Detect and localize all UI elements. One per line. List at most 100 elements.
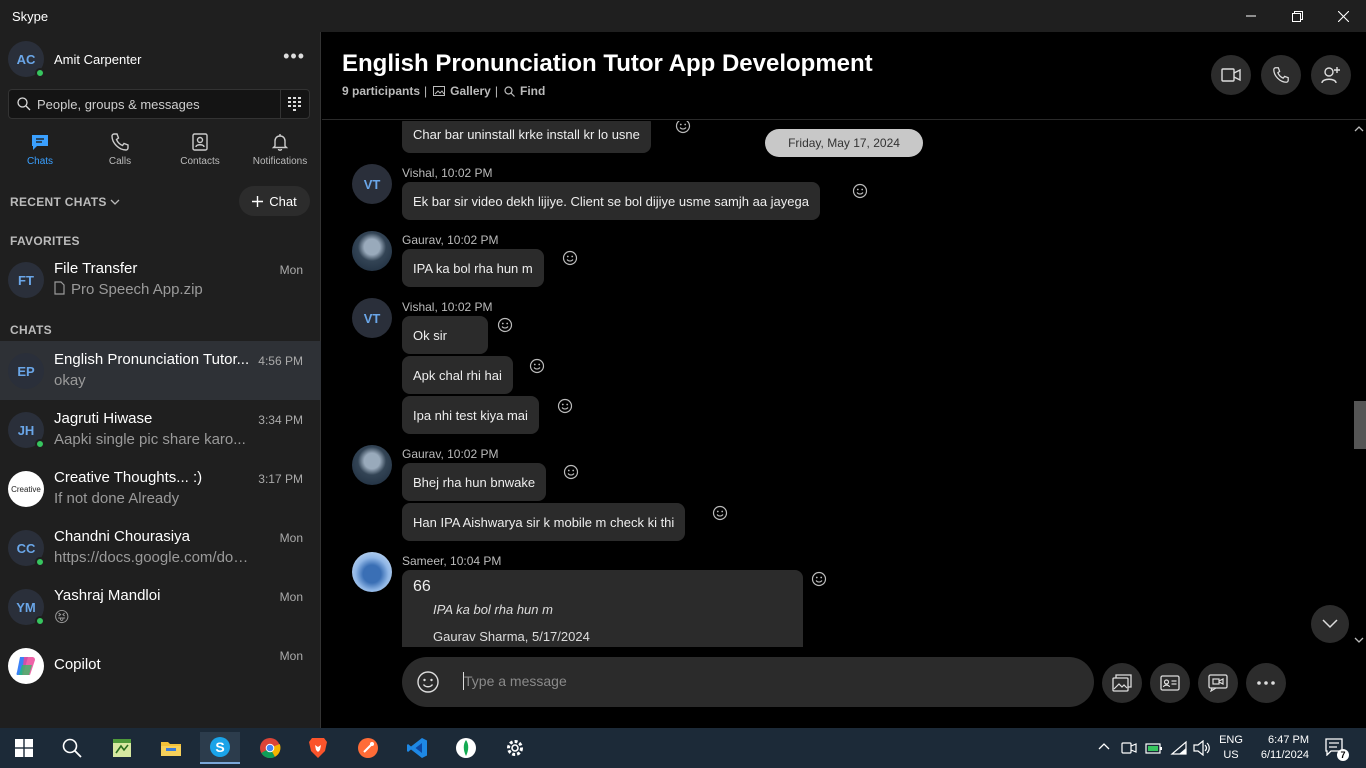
windows-start-icon	[15, 739, 33, 757]
profile-bar: AC Amit Carpenter •••	[0, 32, 321, 86]
list-item-creative-thoughts[interactable]: Creative Creative Thoughts... :) If not …	[0, 459, 321, 518]
participants-link[interactable]: 9 participants	[342, 84, 420, 98]
recent-chats-toggle[interactable]: RECENT CHATS	[10, 195, 120, 209]
taskbar-app-settings[interactable]	[495, 732, 535, 764]
message-composer[interactable]: Type a message	[402, 657, 1094, 707]
date-divider: Friday, May 17, 2024	[765, 129, 923, 157]
taskbar-search-button[interactable]	[52, 732, 92, 764]
message-sender: Gaurav, 10:02 PM	[402, 233, 499, 247]
meet-now-icon[interactable]	[1121, 740, 1137, 756]
avatar[interactable]: VT	[352, 298, 392, 338]
list-item-jagruti-hiwase[interactable]: JH Jagruti Hiwase Aapki single pic share…	[0, 400, 321, 459]
message-bubble[interactable]: Char bar uninstall krke install kr lo us…	[402, 121, 651, 153]
input-language-indicator[interactable]: ENG US	[1217, 733, 1245, 763]
taskbar-app-brave[interactable]	[298, 732, 338, 764]
taskbar-app-file-explorer[interactable]	[151, 732, 191, 764]
close-button[interactable]	[1320, 0, 1366, 32]
taskbar-app-chrome[interactable]	[250, 732, 290, 764]
emoji-reaction-icon[interactable]	[712, 505, 728, 521]
restore-button[interactable]	[1274, 0, 1320, 32]
avatar: YM	[8, 589, 45, 626]
emoji-reaction-icon[interactable]	[562, 250, 578, 266]
file-name: Pro Speech App.zip	[71, 281, 203, 298]
profile-avatar[interactable]: AC	[8, 41, 45, 78]
chat-title: Creative Thoughts... :)	[54, 469, 203, 486]
conversation-title[interactable]: English Pronunciation Tutor App Developm…	[342, 50, 873, 78]
emoji-reaction-icon[interactable]	[852, 183, 868, 199]
message-bubble[interactable]: Ipa nhi test kiya mai	[402, 396, 539, 434]
emoji-reaction-icon[interactable]	[557, 398, 573, 414]
minimize-button[interactable]	[1228, 0, 1274, 32]
avatar-gaurav[interactable]	[352, 231, 392, 271]
new-chat-button[interactable]: Chat	[239, 186, 310, 216]
message-bubble[interactable]: IPA ka bol rha hun m	[402, 249, 544, 287]
list-item-copilot[interactable]: Copilot Mon	[0, 636, 321, 695]
scroll-thumb[interactable]	[1354, 401, 1366, 449]
send-contact-button[interactable]	[1150, 663, 1190, 703]
video-camera-icon	[1221, 68, 1241, 82]
audio-call-button[interactable]	[1261, 55, 1301, 95]
emoji-reaction-icon[interactable]	[563, 464, 579, 480]
tab-notifications-label: Notifications	[252, 156, 308, 167]
contact-card-icon	[1160, 675, 1180, 691]
more-options-icon[interactable]: •••	[283, 46, 305, 67]
battery-icon[interactable]	[1145, 740, 1163, 756]
search-box[interactable]: People, groups & messages	[8, 89, 310, 119]
tab-chats[interactable]: Chats	[0, 130, 80, 176]
more-options-button[interactable]	[1246, 663, 1286, 703]
chevron-down-icon	[110, 199, 120, 206]
tab-calls[interactable]: Calls	[80, 130, 160, 176]
quoted-message-bubble[interactable]: 66 IPA ka bol rha hun m Gaurav Sharma, 5…	[402, 570, 803, 647]
scroll-up-arrow-icon	[1354, 126, 1364, 132]
list-item-file-transfer[interactable]: FT File Transfer Pro Speech App.zip Mon	[0, 250, 321, 309]
taskbar-app-mongodb-compass[interactable]	[446, 732, 486, 764]
search-input[interactable]: People, groups & messages	[37, 97, 200, 112]
taskbar-app-skype[interactable]: S	[200, 732, 240, 764]
tab-contacts[interactable]: Contacts	[160, 130, 240, 176]
chat-subtitle: 😝	[54, 609, 70, 626]
volume-icon[interactable]	[1193, 740, 1211, 756]
taskbar-app-vscode[interactable]	[397, 732, 437, 764]
tab-notifications[interactable]: Notifications	[240, 130, 320, 176]
add-participant-button[interactable]	[1311, 55, 1351, 95]
gallery-link[interactable]: Gallery	[433, 84, 491, 98]
list-item-yashraj-mandloi[interactable]: YM Yashraj Mandloi 😝 Mon	[0, 577, 321, 636]
show-hidden-icons-icon[interactable]	[1098, 742, 1110, 750]
start-button[interactable]	[4, 732, 44, 764]
message-bubble[interactable]: Apk chal rhi hai	[402, 356, 513, 394]
taskbar-app-postman[interactable]	[348, 732, 388, 764]
emoji-reaction-icon[interactable]	[811, 571, 827, 587]
restore-icon	[1291, 10, 1303, 22]
profile-name[interactable]: Amit Carpenter	[54, 52, 141, 67]
video-call-button[interactable]	[1211, 55, 1251, 95]
add-files-button[interactable]	[1102, 663, 1142, 703]
emoji-reaction-icon[interactable]	[497, 317, 513, 333]
message-sender: Gaurav, 10:02 PM	[402, 447, 499, 461]
jump-to-latest-button[interactable]	[1311, 605, 1349, 643]
avatar-gaurav[interactable]	[352, 445, 392, 485]
nav-tabs: Chats Calls Contacts Notifications	[0, 130, 321, 176]
message-input[interactable]: Type a message	[464, 673, 567, 689]
wifi-icon[interactable]	[1170, 740, 1188, 756]
avatar-sameer[interactable]	[352, 552, 392, 592]
action-center-button[interactable]: 7	[1325, 738, 1349, 761]
message-bubble[interactable]: Ek bar sir video dekh lijiye. Client se …	[402, 182, 820, 220]
system-clock[interactable]: 6:47 PM 6/11/2024	[1253, 733, 1309, 763]
chat-title: Yashraj Mandloi	[54, 587, 161, 604]
list-item-chandni-chourasiya[interactable]: CC Chandni Chourasiya https://docs.googl…	[0, 518, 321, 577]
emoji-button[interactable]	[408, 662, 448, 702]
avatar[interactable]: VT	[352, 164, 392, 204]
add-person-icon	[1321, 67, 1340, 84]
video-message-button[interactable]	[1198, 663, 1238, 703]
emoji-reaction-icon[interactable]	[529, 358, 545, 374]
bell-icon	[271, 134, 289, 151]
emoji-reaction-icon[interactable]	[675, 121, 691, 134]
list-item-english-pronunciation[interactable]: EP English Pronunciation Tutor... okay 4…	[0, 341, 321, 400]
message-bubble[interactable]: Bhej rha hun bnwake	[402, 463, 547, 501]
online-status-icon	[35, 616, 45, 626]
message-bubble[interactable]: Ok sir	[402, 316, 488, 354]
message-bubble[interactable]: Han IPA Aishwarya sir k mobile m check k…	[402, 503, 686, 541]
find-link[interactable]: Find	[504, 84, 545, 98]
taskbar-app-notepad[interactable]	[102, 732, 142, 764]
message-scrollbar[interactable]	[1350, 121, 1366, 648]
